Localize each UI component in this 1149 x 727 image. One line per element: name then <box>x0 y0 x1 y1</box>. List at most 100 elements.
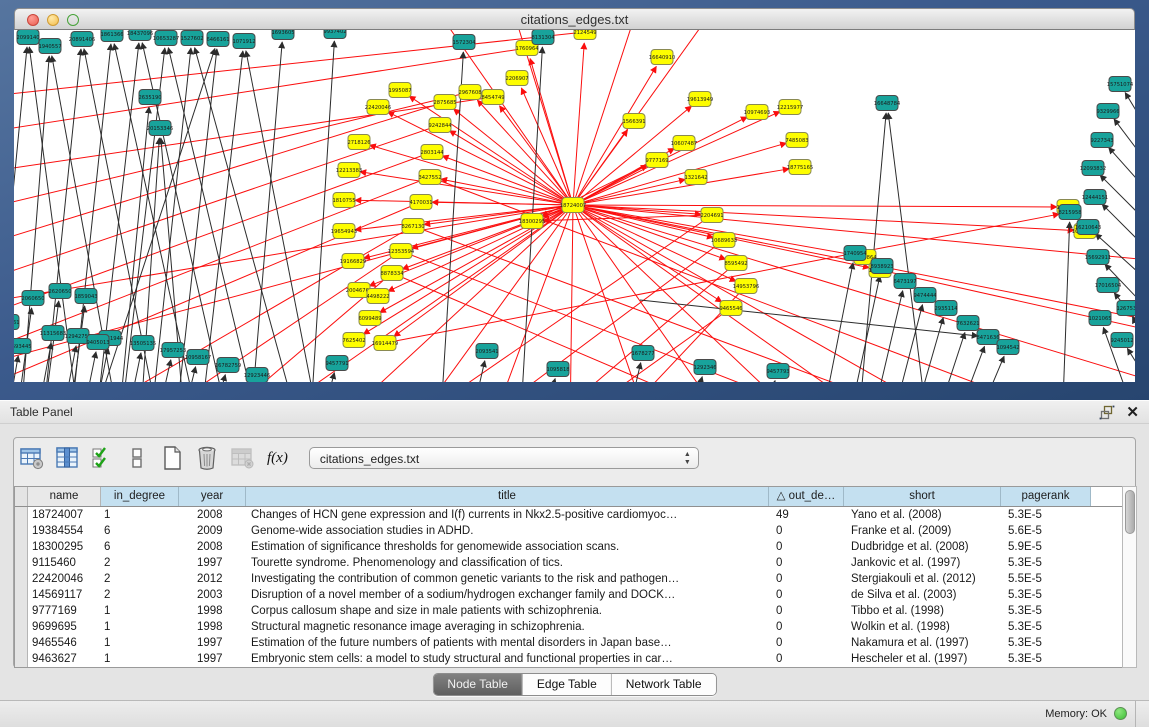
graph-node[interactable]: 2099140 <box>16 30 39 45</box>
unselect-all-icon[interactable] <box>123 444 151 472</box>
delete-column-icon[interactable] <box>193 444 221 472</box>
graph-node[interactable]: 19166829 <box>340 254 366 269</box>
function-builder-icon[interactable]: f(x) <box>263 450 292 467</box>
graph-node[interactable]: 4170031 <box>409 195 432 210</box>
graph-node[interactable]: 1566391 <box>622 114 645 129</box>
graph-node[interactable]: 6099489 <box>358 311 381 326</box>
graph-node[interactable]: 1095818 <box>546 362 569 377</box>
column-header-pagerank[interactable]: pagerank <box>1001 487 1091 506</box>
memory-status-icon[interactable] <box>1114 707 1127 720</box>
table-row[interactable]: 1830029562008Estimation of significance … <box>15 539 1122 555</box>
graph-node[interactable]: 7485083 <box>785 133 808 148</box>
graph-node[interactable]: 16210643 <box>1075 220 1101 235</box>
graph-node[interactable]: 9227343 <box>1090 133 1113 148</box>
graph-node[interactable]: 1071912 <box>232 34 255 49</box>
graph-node[interactable]: 12213383 <box>336 163 362 178</box>
show-column-icon[interactable] <box>53 444 81 472</box>
graph-node[interactable]: 8938923 <box>870 259 893 274</box>
graph-node[interactable]: 13505135 <box>130 336 156 351</box>
graph-node[interactable]: 1861366 <box>100 30 123 42</box>
tab-edge-table[interactable]: Edge Table <box>522 674 611 695</box>
delete-table-icon[interactable] <box>228 444 256 472</box>
graph-node[interactable]: 18300295 <box>519 214 545 229</box>
table-row[interactable]: 2242004622012Investigating the contribut… <box>15 571 1122 587</box>
graph-node[interactable]: 2060650 <box>21 291 44 306</box>
close-icon[interactable]: ✕ <box>1126 403 1139 421</box>
graph-node[interactable]: 3427552 <box>418 170 441 185</box>
graph-node[interactable]: 2803144 <box>420 145 444 160</box>
graph-node[interactable]: 12093832 <box>1080 161 1106 176</box>
column-header-name[interactable]: name <box>28 487 101 506</box>
graph-node[interactable]: 9329966 <box>1096 104 1119 119</box>
graph-node[interactable]: 8215958 <box>1058 205 1081 220</box>
graph-node[interactable]: 16640910 <box>649 50 675 65</box>
column-header-outde[interactable]: △ out_de… <box>769 487 844 506</box>
graph-node[interactable]: 1859043 <box>74 289 97 304</box>
graph-node[interactable]: 1810755 <box>332 193 355 208</box>
graph-node[interactable]: 1292346 <box>693 360 716 375</box>
select-all-icon[interactable] <box>88 444 116 472</box>
table-row[interactable]: 977716911998Corpus callosum shape and si… <box>15 603 1122 619</box>
graph-node[interactable]: 19613949 <box>687 92 713 107</box>
column-header-year[interactable]: year <box>179 487 246 506</box>
graph-node[interactable]: 10607487 <box>671 136 697 151</box>
graph-node[interactable]: 10653287 <box>153 31 179 46</box>
graph-node[interactable]: 18724007 <box>560 198 586 213</box>
column-header-indegree[interactable]: in_degree <box>101 487 179 506</box>
graph-node[interactable]: 10958167 <box>185 350 211 365</box>
graph-node[interactable]: 2206907 <box>505 71 528 86</box>
graph-node[interactable]: 19654943 <box>331 224 357 239</box>
graph-node[interactable]: 9242844 <box>428 118 452 133</box>
graph-node[interactable]: 10689633 <box>711 233 737 248</box>
graph-node[interactable]: 2093541 <box>475 344 498 359</box>
graph-node[interactable]: 8595492 <box>724 256 747 271</box>
table-row[interactable]: 1456911722003Disruption of a novel membe… <box>15 587 1122 603</box>
graph-node[interactable]: 15692911 <box>1085 250 1111 265</box>
network-canvas[interactable]: 1872400718300295224200462718126122133831… <box>14 30 1135 382</box>
graph-node[interactable]: 1693605 <box>271 30 294 40</box>
table-vertical-scrollbar[interactable] <box>1122 486 1137 668</box>
graph-node[interactable]: 11315683 <box>40 326 66 341</box>
graph-node[interactable]: 15751074 <box>1107 77 1134 92</box>
graph-node[interactable]: 9457793 <box>766 364 789 379</box>
graph-node[interactable]: 7625402 <box>342 333 365 348</box>
graph-node[interactable]: 2935114 <box>934 301 958 316</box>
graph-node[interactable]: 4498222 <box>366 289 389 304</box>
table-row[interactable]: 969969511998Structural magnetic resonanc… <box>15 619 1122 635</box>
graph-node[interactable]: 6466161 <box>206 32 229 47</box>
graph-node[interactable]: 7632621 <box>956 316 979 331</box>
graph-node[interactable]: 2967608 <box>458 85 481 100</box>
graph-node[interactable]: 8267130 <box>401 219 424 234</box>
graph-node[interactable]: 1740954 <box>843 246 867 261</box>
graph-node[interactable]: 1693445 <box>14 339 32 354</box>
graph-node[interactable]: 2204691 <box>700 208 723 223</box>
tab-node-table[interactable]: Node Table <box>433 674 522 695</box>
graph-node[interactable]: 9245012 <box>1110 333 1133 348</box>
network-window-titlebar[interactable]: citations_edges.txt <box>14 8 1135 30</box>
graph-node[interactable]: 1527602 <box>180 31 203 46</box>
graph-node[interactable]: 12353594 <box>388 244 415 259</box>
graph-node[interactable]: 1678277 <box>631 346 654 361</box>
graph-node[interactable]: 2124549 <box>573 30 596 40</box>
table-row[interactable]: 1872400712008Changes of HCN gene express… <box>15 507 1122 523</box>
table-row[interactable]: 1938455462009Genome-wide association stu… <box>15 523 1122 539</box>
graph-node[interactable]: 20153346 <box>147 121 173 136</box>
column-header-title[interactable]: title <box>246 487 769 506</box>
graph-node[interactable]: 16648784 <box>874 96 901 111</box>
graph-node[interactable]: 18437096 <box>127 30 153 41</box>
graph-node[interactable]: 12923446 <box>244 368 270 383</box>
graph-node[interactable]: 2620650 <box>48 284 71 299</box>
table-selector-dropdown[interactable]: citations_edges.txt ▲▼ <box>309 447 699 469</box>
graph-node[interactable]: 8878334 <box>380 266 404 281</box>
scrollbar-thumb[interactable] <box>1125 490 1135 534</box>
graph-node[interactable]: 8471636 <box>976 330 999 345</box>
graph-node[interactable]: 10974693 <box>744 105 770 120</box>
graph-node[interactable]: 1572304 <box>452 35 476 50</box>
graph-node[interactable]: 9474444 <box>913 288 937 303</box>
float-window-icon[interactable] <box>1099 405 1115 421</box>
graph-node[interactable]: 6473197 <box>893 274 916 289</box>
graph-node[interactable]: 9457791 <box>325 356 348 371</box>
graph-node[interactable]: 1021065 <box>1088 311 1111 326</box>
graph-node[interactable]: 14953796 <box>733 279 759 294</box>
column-header-short[interactable]: short <box>844 487 1001 506</box>
